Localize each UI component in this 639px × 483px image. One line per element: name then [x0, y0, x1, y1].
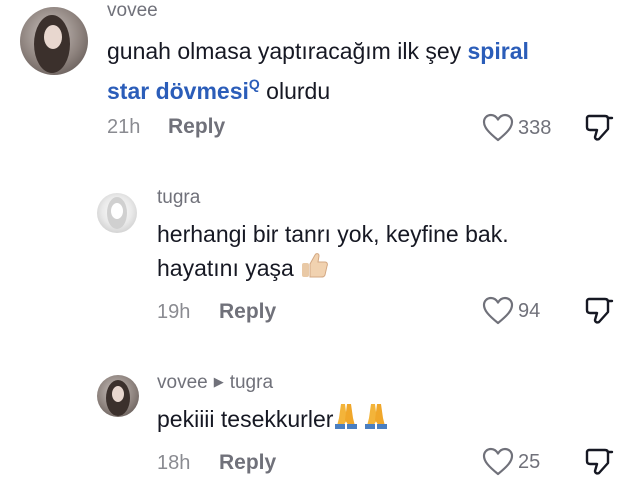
like-button[interactable]: 94 [482, 296, 540, 326]
avatar-face [112, 386, 124, 402]
avatar-face [111, 203, 123, 219]
comment-text: gunah olmasa yaptıracağım ilk şey spiral… [107, 35, 529, 108]
thumbs-up-emoji-icon [300, 251, 330, 288]
like-button[interactable]: 25 [482, 447, 540, 477]
search-link-spiral[interactable]: spiral [468, 38, 529, 64]
comment-text-line: hayatını yaşa [157, 255, 294, 281]
comment-3: vovee ▶ tugra pekiiii tesekkurler 18h Repl [0, 355, 639, 480]
like-count: 338 [518, 116, 552, 139]
thumbs-down-icon [585, 114, 614, 141]
heart-icon [482, 296, 514, 325]
dislike-button[interactable] [583, 446, 615, 483]
comment-text-part: gunah olmasa yaptıracağım ilk şey [107, 38, 468, 64]
username-line: vovee ▶ tugra [157, 372, 273, 394]
username[interactable]: vovee [107, 0, 158, 22]
heart-icon [482, 113, 514, 142]
comment-text-part: olurdu [259, 78, 331, 104]
comment-1: vovee gunah olmasa yaptıracağım ilk şey … [0, 0, 639, 165]
avatar[interactable] [20, 7, 88, 75]
username[interactable]: vovee [157, 372, 208, 393]
timestamp: 21h [107, 116, 141, 138]
username[interactable]: tugra [157, 187, 200, 209]
reply-button[interactable]: Reply [219, 300, 276, 324]
thumbs-down-icon [585, 448, 614, 475]
comment-text: pekiiii tesekkurler [157, 400, 393, 439]
like-count: 94 [518, 299, 541, 322]
search-icon[interactable]: Q [249, 76, 260, 92]
search-link-star-dovmesi[interactable]: star dövmesi [107, 78, 249, 104]
reply-to-username[interactable]: tugra [230, 372, 273, 393]
dislike-button[interactable] [583, 295, 615, 332]
like-button[interactable]: 338 [482, 113, 551, 143]
comment-text: herhangi bir tanrı yok, keyfine bak. hay… [157, 218, 509, 288]
like-count: 25 [518, 450, 541, 473]
folded-hands-emoji-icon [333, 400, 393, 439]
timestamp: 18h [157, 452, 191, 474]
thumbs-down-icon [585, 297, 614, 324]
comment-text-line: pekiiii tesekkurler [157, 406, 334, 432]
reply-button[interactable]: Reply [219, 451, 276, 475]
timestamp: 19h [157, 301, 191, 323]
avatar-face [44, 25, 62, 49]
dislike-button[interactable] [583, 112, 615, 149]
heart-icon [482, 447, 514, 476]
reply-arrow-icon: ▶ [213, 374, 224, 389]
avatar[interactable] [97, 193, 137, 233]
comment-text-line: herhangi bir tanrı yok, keyfine bak. [157, 221, 509, 247]
comment-2: tugra herhangi bir tanrı yok, keyfine ba… [0, 165, 639, 355]
avatar[interactable] [97, 375, 139, 417]
reply-button[interactable]: Reply [168, 115, 225, 139]
